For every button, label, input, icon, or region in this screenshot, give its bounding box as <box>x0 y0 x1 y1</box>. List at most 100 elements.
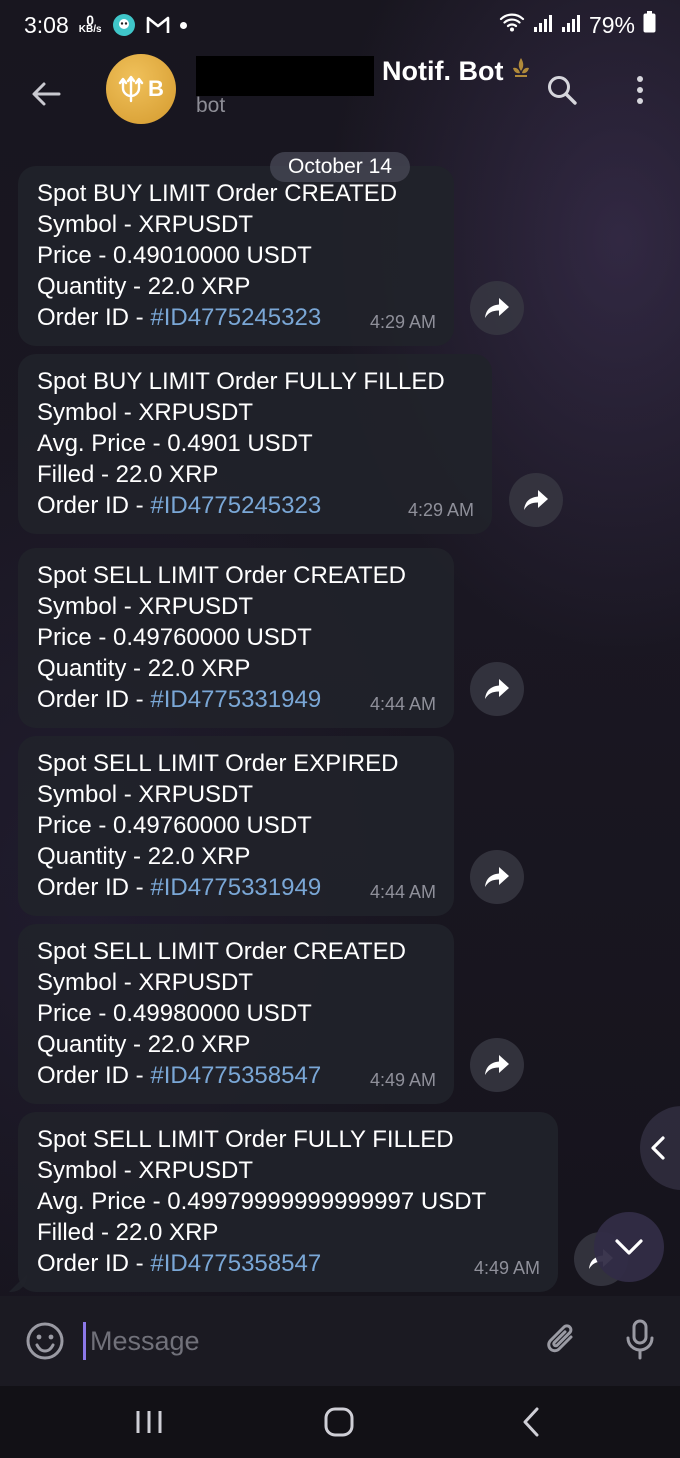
share-button[interactable] <box>470 850 524 904</box>
order-id-hashtag[interactable]: #ID4775245323 <box>150 304 321 331</box>
date-separator: October 14 <box>270 152 410 182</box>
order-id-hashtag[interactable]: #ID4775245323 <box>150 492 321 519</box>
message-bubble[interactable]: Spot SELL LIMIT Order CREATED Symbol - X… <box>18 548 454 728</box>
home-icon <box>324 1407 354 1437</box>
message-line: Price - 0.49980000 USDT <box>37 1000 312 1027</box>
order-prefix: Order ID - <box>37 304 151 331</box>
share-button[interactable] <box>470 1038 524 1092</box>
message-time: 4:49 AM <box>369 1070 436 1090</box>
message-bubble[interactable]: Spot BUY LIMIT Order FULLY FILLED Symbol… <box>18 354 492 534</box>
system-back-button[interactable] <box>506 1400 556 1444</box>
order-id-hashtag[interactable]: #ID4775358547 <box>150 1250 321 1277</box>
message-line: Spot SELL LIMIT Order FULLY FILLED <box>37 1126 454 1153</box>
message-line: Quantity - 22.0 XRP <box>37 273 251 300</box>
trident-logo-icon <box>118 75 144 103</box>
order-prefix: Order ID - <box>37 874 151 901</box>
network-speed-unit: KB/s <box>78 24 102 35</box>
message-line: Filled - 22.0 XRP <box>37 1219 219 1246</box>
battery-icon <box>643 11 656 39</box>
order-prefix: Order ID - <box>37 686 151 713</box>
chat-subtitle: bot <box>196 94 226 117</box>
message-input[interactable] <box>84 1320 504 1362</box>
message-line: Symbol - XRPUSDT <box>37 969 254 996</box>
network-speed: 0 KB/s <box>78 13 102 35</box>
message-time: 4:44 AM <box>369 882 436 902</box>
message-line: Spot BUY LIMIT Order CREATED <box>37 180 398 207</box>
message-time: 4:29 AM <box>369 312 436 332</box>
share-button[interactable] <box>470 662 524 716</box>
message-line: Spot BUY LIMIT Order FULLY FILLED <box>37 368 445 395</box>
voice-message-button[interactable] <box>616 1316 664 1364</box>
share-arrow-icon <box>485 867 509 887</box>
search-icon <box>548 76 577 105</box>
order-line: Order ID - #ID4775358547 <box>37 1248 538 1279</box>
message-bubble[interactable]: Spot SELL LIMIT Order FULLY FILLED Symbo… <box>18 1112 558 1292</box>
share-button[interactable] <box>509 473 563 527</box>
share-arrow-icon <box>485 298 509 318</box>
message-bubble[interactable]: Spot SELL LIMIT Order CREATED Symbol - X… <box>18 924 454 1104</box>
more-menu-button[interactable] <box>620 68 660 112</box>
back-chevron-icon <box>523 1407 539 1437</box>
order-prefix: Order ID - <box>37 492 151 519</box>
share-arrow-icon <box>485 679 509 699</box>
share-arrow-icon <box>524 490 548 510</box>
message-bubble[interactable]: Spot SELL LIMIT Order EXPIRED Symbol - X… <box>18 736 454 916</box>
signal-icon-1 <box>533 12 553 39</box>
avatar[interactable]: B <box>106 54 176 124</box>
chat-header: B Notif. Bot bot <box>0 50 680 136</box>
message-bubble[interactable]: Spot BUY LIMIT Order CREATED Symbol - XR… <box>18 166 454 346</box>
chevron-left-icon <box>651 1136 665 1160</box>
signal-icon-2 <box>561 12 581 39</box>
message-line: Quantity - 22.0 XRP <box>37 1031 251 1058</box>
message-line: Price - 0.49010000 USDT <box>37 242 312 269</box>
order-prefix: Order ID - <box>37 1062 151 1089</box>
order-id-hashtag[interactable]: #ID4775358547 <box>150 1062 321 1089</box>
redacted-name <box>196 56 374 96</box>
chevron-down-icon <box>615 1239 643 1255</box>
wifi-icon <box>499 11 525 39</box>
back-button[interactable] <box>24 72 68 116</box>
order-line: Order ID - #ID4775245323 <box>37 490 472 521</box>
emoji-icon <box>26 1322 64 1360</box>
message-line: Spot SELL LIMIT Order CREATED <box>37 938 407 965</box>
message-line: Quantity - 22.0 XRP <box>37 843 251 870</box>
order-id-hashtag[interactable]: #ID4775331949 <box>150 874 321 901</box>
chat-title-text: Notif. Bot <box>382 56 504 86</box>
message-line: Symbol - XRPUSDT <box>37 211 254 238</box>
share-button[interactable] <box>470 281 524 335</box>
message-line: Quantity - 22.0 XRP <box>37 655 251 682</box>
scroll-to-bottom-button[interactable] <box>594 1212 664 1282</box>
paperclip-icon <box>547 1324 573 1353</box>
message-time: 4:49 AM <box>473 1258 540 1278</box>
message-line: Symbol - XRPUSDT <box>37 781 254 808</box>
message-line: Price - 0.49760000 USDT <box>37 812 312 839</box>
clock: 3:08 <box>24 11 69 38</box>
message-line: Spot SELL LIMIT Order EXPIRED <box>37 750 399 777</box>
home-button[interactable] <box>314 1400 364 1444</box>
message-line: Symbol - XRPUSDT <box>37 399 254 426</box>
battery-percent: 79% <box>588 11 635 38</box>
order-id-hashtag[interactable]: #ID4775331949 <box>150 686 321 713</box>
more-vertical-icon <box>637 76 643 104</box>
recent-apps-button[interactable] <box>124 1400 174 1444</box>
system-navigation-bar <box>0 1386 680 1458</box>
avatar-letter: B <box>148 76 164 101</box>
message-time: 4:29 AM <box>407 500 474 520</box>
app-notification-icon <box>112 13 136 37</box>
message-line: Price - 0.49760000 USDT <box>37 624 312 651</box>
message-line: Spot SELL LIMIT Order CREATED <box>37 562 407 589</box>
arrow-left-icon <box>32 82 61 106</box>
message-line: Avg. Price - 0.49979999999999997 USDT <box>37 1188 487 1215</box>
more-notifications-dot <box>179 21 187 29</box>
search-button[interactable] <box>540 68 584 112</box>
recent-apps-icon <box>136 1411 162 1433</box>
message-line: Avg. Price - 0.4901 USDT <box>37 430 313 457</box>
message-line: Symbol - XRPUSDT <box>37 1157 254 1184</box>
emoji-button[interactable] <box>22 1318 68 1364</box>
attach-button[interactable] <box>538 1316 586 1364</box>
gmail-icon <box>146 13 170 37</box>
message-time: 4:44 AM <box>369 694 436 714</box>
chat-title[interactable]: Notif. Bot <box>382 56 531 87</box>
share-arrow-icon <box>485 1055 509 1075</box>
microphone-icon <box>626 1319 654 1360</box>
